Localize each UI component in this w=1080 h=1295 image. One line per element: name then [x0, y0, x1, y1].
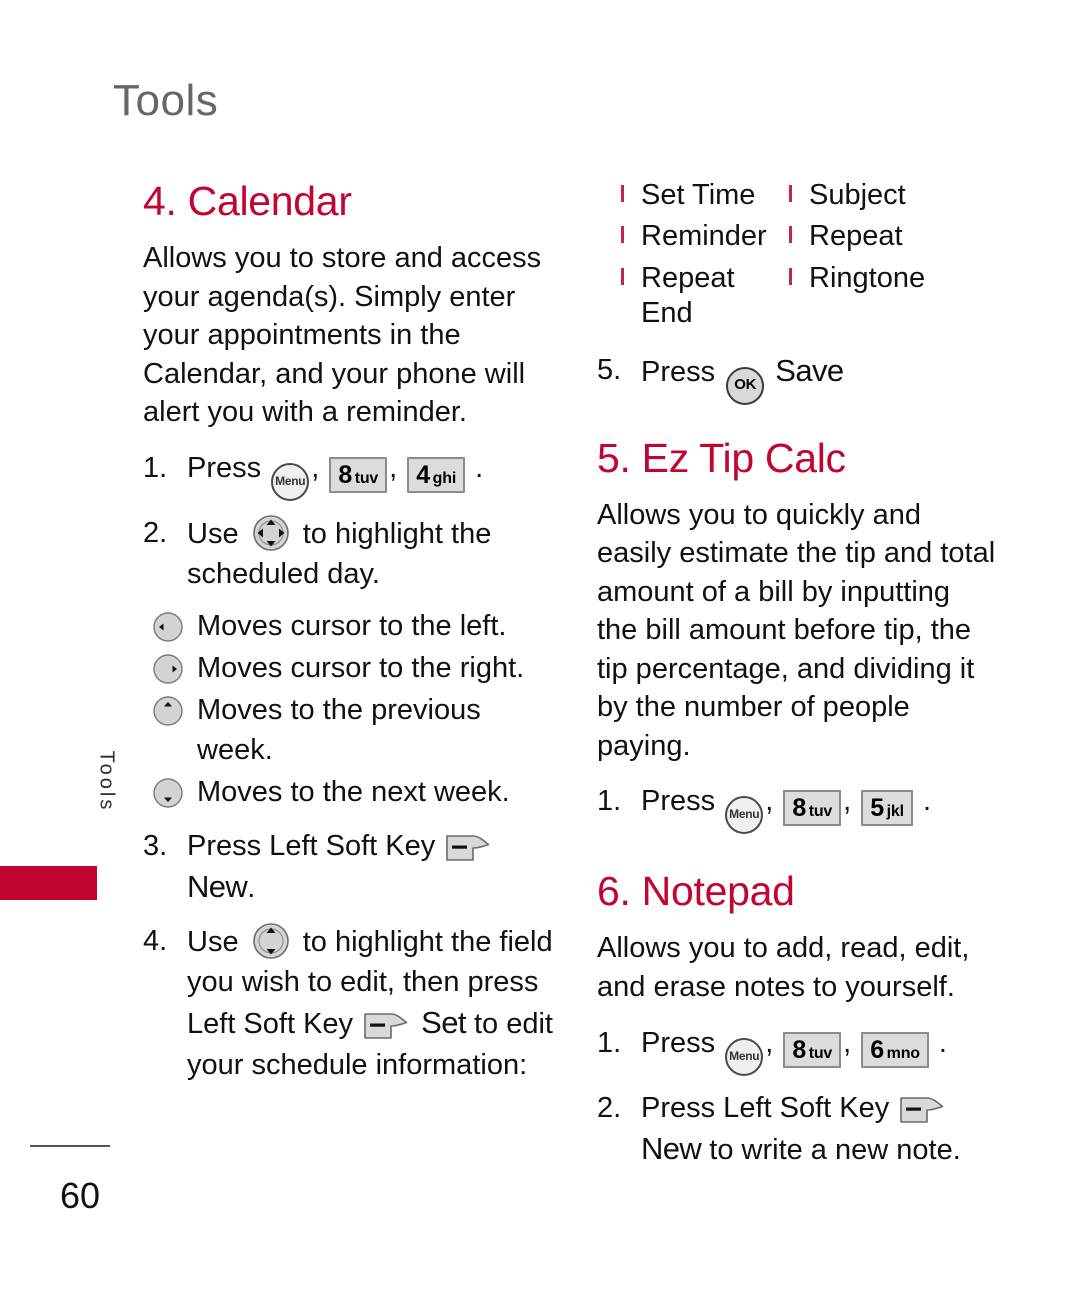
step-number: 2. [143, 516, 168, 549]
left-column: 4. Calendar Allows you to store and acce… [143, 178, 563, 1097]
soft-key-label-save: Save [775, 352, 844, 388]
step-number: 1. [597, 1026, 622, 1059]
field-reminder: Reminder [619, 219, 787, 254]
left-soft-key-icon[interactable] [364, 1011, 408, 1039]
step-verb: Press [641, 785, 716, 818]
nav-up-icon [151, 694, 185, 739]
side-tab-label: Tools [95, 750, 118, 813]
nav-left-label: Moves cursor to the left. [197, 609, 507, 642]
ok-key-icon[interactable]: OK [726, 366, 765, 405]
nav-down-icon [151, 776, 185, 821]
side-tab-color-block [0, 866, 97, 900]
comma-2: , [843, 1026, 852, 1059]
soft-key-label-new: New [641, 1130, 702, 1166]
notepad-step-2: 2. Press Left Soft Key New to write a ne… [597, 1088, 997, 1171]
step-3-text-before: Press Left Soft Key [187, 829, 436, 862]
comma-1: , [311, 451, 320, 484]
footer-divider [30, 1145, 110, 1147]
step-number: 1. [597, 785, 622, 818]
notepad-intro-paragraph: Allows you to add, read, edit, and erase… [597, 932, 970, 1003]
list-item: Moves to the previous week. [143, 690, 563, 770]
key-4-ghi-icon[interactable]: 4 ghi [407, 456, 466, 493]
soft-key-label-set: Set [421, 1004, 466, 1040]
notepad-step-1: 1. Press Menu, 8 tuv, 6 mno . [597, 1023, 997, 1076]
field-repeat-end: Repeat End [619, 261, 787, 332]
key-8-tuv-icon[interactable]: 8 tuv [329, 456, 388, 493]
step-number: 2. [597, 1091, 622, 1124]
section-heading-calendar: 4. Calendar [143, 178, 352, 224]
calendar-intro-paragraph: Allows you to store and access your agen… [143, 242, 542, 429]
menu-key-icon[interactable]: Menu [725, 1037, 764, 1076]
field-subject: Subject [787, 178, 997, 213]
comma-2: , [843, 785, 852, 818]
ez-tip-calc-step-1: 1. Press Menu, 8 tuv, 5 jkl . [597, 781, 997, 835]
nav-up-label: Moves to the previous week. [197, 693, 481, 766]
calendar-step-3: 3. Press Left Soft Key New. [143, 826, 563, 909]
section-heading-notepad: 6. Notepad [597, 868, 795, 915]
ez-tip-calc-intro-paragraph: Allows you to quickly and easily estimat… [597, 498, 996, 762]
page-number: 60 [60, 1175, 101, 1216]
section-heading-ez-tip-calc: 5. Ez Tip Calc [597, 434, 846, 481]
comma-2: , [389, 451, 398, 484]
menu-key-icon[interactable]: Menu [725, 796, 764, 835]
step-verb: Use [187, 517, 239, 550]
key-5-jkl-icon[interactable]: 5 jkl [861, 790, 913, 827]
step-number: 3. [143, 829, 168, 862]
key-8-tuv-icon[interactable]: 8 tuv [783, 790, 842, 827]
calendar-step-4: 4. Use to highlight the field you wish t… [143, 921, 563, 1085]
list-item: Moves to the next week. [143, 772, 563, 812]
calendar-step-2: 2. Use to highlight the scheduled day. [143, 513, 563, 594]
nav-right-label: Moves cursor to the right. [197, 651, 525, 684]
period-3: . [247, 871, 256, 904]
period-1: . [475, 451, 484, 484]
key-6-mno-icon[interactable]: 6 mno [861, 1031, 929, 1068]
step-verb: Use [187, 925, 239, 958]
step-number: 5. [597, 353, 622, 386]
left-soft-key-icon[interactable] [446, 833, 490, 861]
step-2-text-after: to write a new note. [709, 1133, 961, 1166]
nav-down-label: Moves to the next week. [197, 775, 510, 808]
step-verb: Press [641, 1026, 716, 1059]
left-soft-key-icon[interactable] [900, 1095, 944, 1123]
nav-pad-4way-icon[interactable] [251, 513, 291, 553]
field-set-time: Set Time [619, 178, 787, 213]
comma-1: , [765, 1026, 774, 1059]
calendar-step-5: 5. Press OK Save [597, 350, 997, 405]
comma-1: , [765, 785, 774, 818]
navigation-key-list: Moves cursor to the left. Moves cursor t… [143, 606, 563, 812]
right-column: Set Time Subject Reminder Repeat Repeat … [597, 178, 997, 1182]
field-repeat: Repeat [787, 219, 997, 254]
field-ringtone: Ringtone [787, 261, 997, 332]
list-item: Moves cursor to the left. [143, 606, 563, 646]
calendar-step-1: 1. Press Menu, 8 tuv, 4 ghi . [143, 448, 563, 501]
period-1: . [922, 785, 931, 818]
soft-key-label-new: New [187, 868, 248, 904]
page-title: Tools [113, 76, 219, 125]
key-8-tuv-icon[interactable]: 8 tuv [783, 1031, 842, 1068]
step-2-text-before: Press Left Soft Key [641, 1091, 890, 1124]
step-verb: Press [641, 355, 716, 388]
nav-pad-updown-icon[interactable] [251, 921, 291, 961]
step-number: 1. [143, 451, 168, 484]
menu-key-icon[interactable]: Menu [271, 462, 310, 501]
list-item: Moves cursor to the right. [143, 648, 563, 688]
schedule-field-list: Set Time Subject Reminder Repeat Repeat … [619, 178, 997, 332]
step-number: 4. [143, 924, 168, 957]
step-verb: Press [187, 451, 262, 484]
period-1: . [938, 1026, 947, 1059]
